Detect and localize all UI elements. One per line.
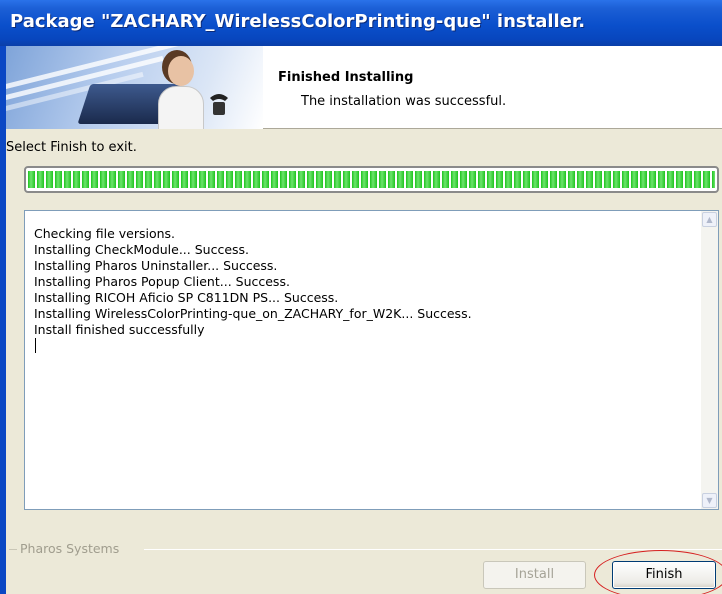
banner-image (6, 46, 263, 129)
install-button[interactable]: Install (483, 561, 586, 589)
log-line: Installing WirelessColorPrinting-que_on_… (34, 306, 472, 321)
log-line: Installing Pharos Uninstaller... Success… (34, 258, 278, 273)
highlight-ring (594, 550, 722, 594)
log-text: Checking file versions. Installing CheckM… (34, 226, 472, 357)
header-panel: Finished Installing The installation was… (6, 46, 722, 129)
divider (9, 549, 17, 550)
brand-label: Pharos Systems (20, 541, 120, 556)
phone-icon (210, 94, 228, 115)
person-illustration (156, 52, 208, 129)
log-line: Install finished successfully (34, 322, 205, 337)
scroll-down-icon[interactable]: ▼ (702, 493, 717, 508)
log-line: Installing CheckModule... Success. (34, 242, 250, 257)
log-line: Installing RICOH Aficio SP C811DN PS... … (34, 290, 339, 305)
vertical-scrollbar[interactable]: ▲ ▼ (701, 211, 718, 509)
instruction-text: Select Finish to exit. (6, 140, 137, 155)
progress-fill (28, 171, 715, 188)
scroll-up-icon[interactable]: ▲ (702, 212, 717, 227)
log-line: Installing Pharos Popup Client... Succes… (34, 274, 290, 289)
divider (144, 549, 722, 550)
text-caret (35, 338, 36, 353)
window-title: Package "ZACHARY_WirelessColorPrinting-q… (0, 0, 722, 46)
header-title: Finished Installing (278, 70, 414, 85)
progress-bar (24, 166, 719, 193)
header-subtitle: The installation was successful. (301, 94, 507, 109)
log-line: Checking file versions. (34, 226, 176, 241)
install-log[interactable]: Checking file versions. Installing CheckM… (24, 210, 719, 510)
